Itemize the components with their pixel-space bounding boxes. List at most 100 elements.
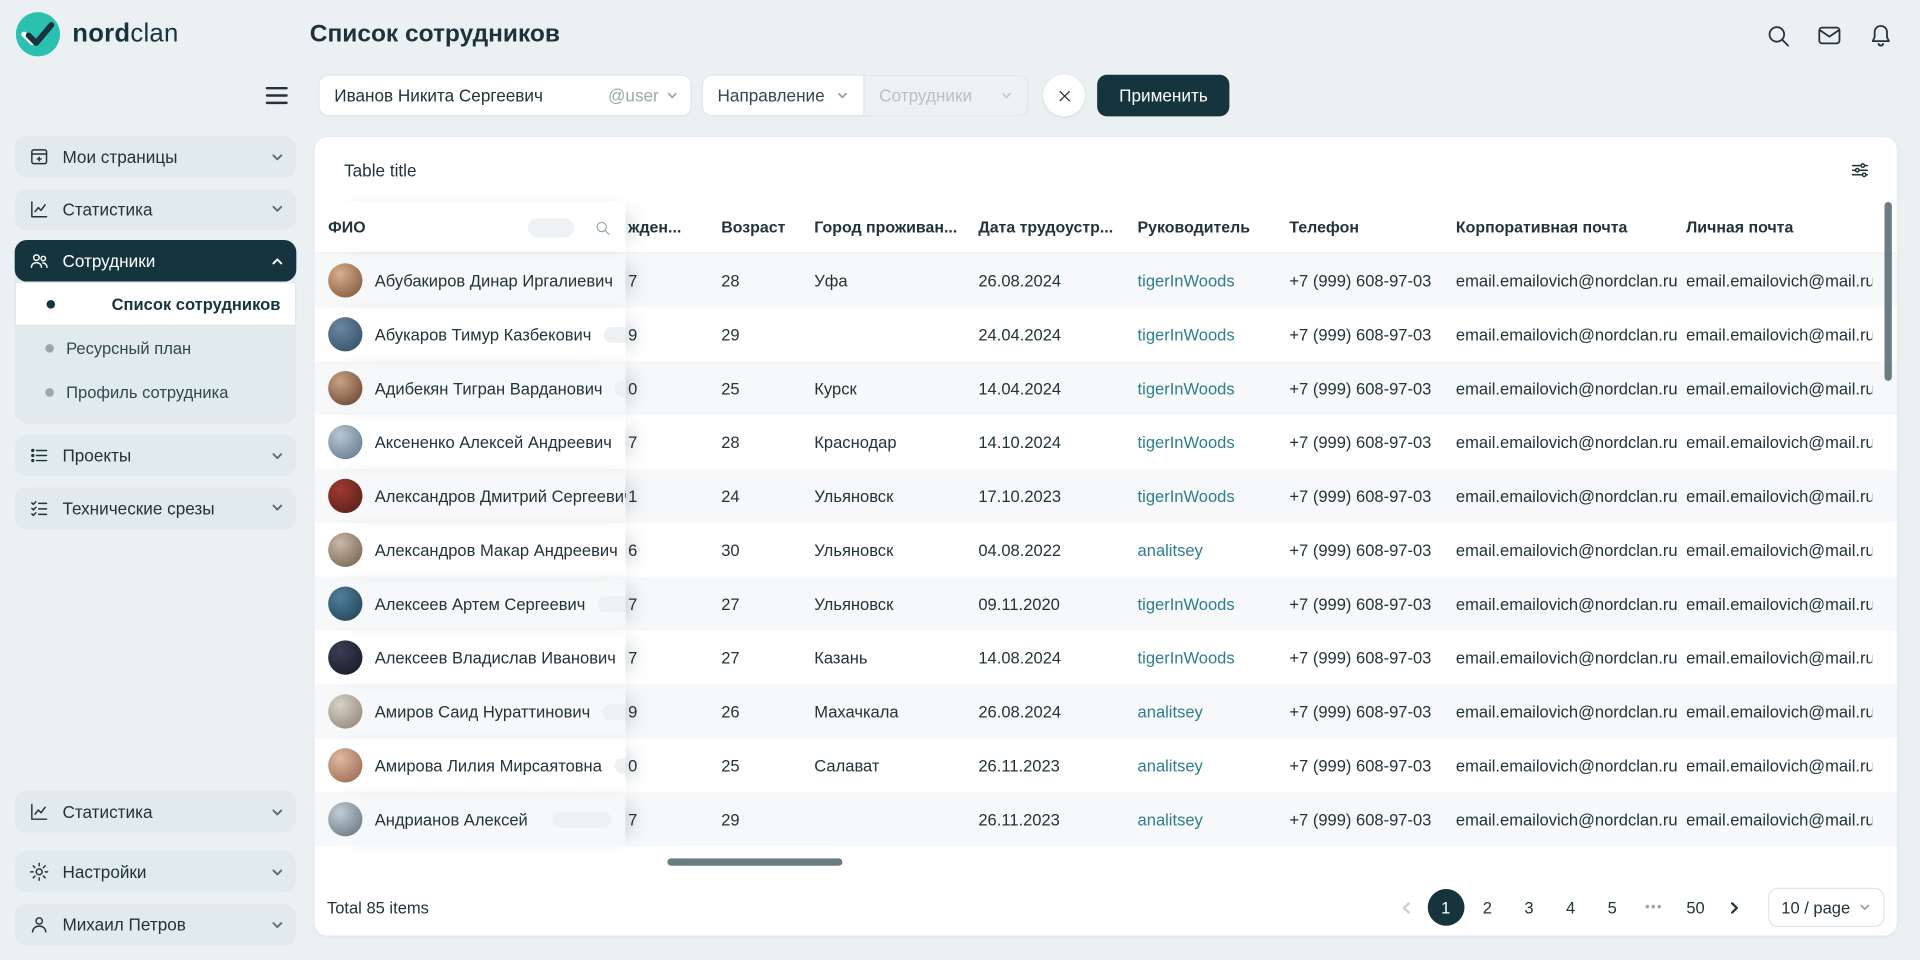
birth-date-clipped-cell: 9	[628, 325, 638, 344]
hired-date-cell: 24.04.2024	[978, 325, 1062, 344]
birth-date-clipped-cell: 0	[628, 378, 638, 398]
table-row[interactable]: Адибекян Тигран Варданович 0 25 Курск 14.04.…	[314, 361, 1897, 416]
manager-cell: tigerInWoods	[1135, 361, 1287, 415]
sidebar-item-label: Статистика	[62, 802, 153, 822]
table-row[interactable]: Аксененко Алексей Андреевич 7 28 Краснодар 1…	[315, 415, 1897, 469]
total-items-label: Total 85 items	[326, 898, 429, 917]
manager-link[interactable]: tigerInWoods	[1138, 433, 1235, 451]
direction-select[interactable]: Направление	[701, 74, 865, 117]
skeleton-pill	[624, 434, 626, 450]
horizontal-scrollbar[interactable]	[667, 858, 843, 866]
clear-filters-button[interactable]	[1043, 74, 1085, 117]
manager-link[interactable]: analitsey	[1138, 541, 1203, 559]
sidebar-subitem[interactable]: Список сотрудников	[14, 281, 297, 326]
skeleton-pill	[597, 595, 626, 612]
table-row[interactable]: Амирова Лилия Мирсаятовна 0 25 Салават 26.11…	[315, 738, 1897, 792]
sidebar-subitem[interactable]: Ресурсный план	[15, 326, 297, 370]
manager-link[interactable]: tigerInWoods	[1138, 648, 1235, 666]
nordclan-logo-icon	[15, 11, 62, 58]
chevron-down-icon	[271, 918, 284, 931]
column-search-icon[interactable]	[594, 219, 611, 236]
table-settings-icon[interactable]	[1849, 159, 1871, 181]
table-row[interactable]: Алексеев Владислав Иванович 7 27 Казань 14.0…	[315, 631, 1897, 685]
app: nordclan Список сотрудников Иванов Никит…	[0, 0, 1920, 960]
column-header-fio-label: ФИО	[328, 217, 366, 237]
stats-icon	[28, 198, 50, 220]
apply-button[interactable]: Применить	[1097, 74, 1230, 117]
search-icon[interactable]	[1764, 22, 1791, 49]
table-row[interactable]: Абукаров Тимур Казбекович 9 29 24.04.2024 ti…	[315, 307, 1897, 361]
sidebar-item[interactable]: Мои страницы	[14, 135, 297, 178]
sidebar-item[interactable]: Статистика	[14, 187, 297, 230]
manager-link[interactable]: tigerInWoods	[1138, 594, 1235, 612]
bell-icon[interactable]	[1867, 22, 1894, 49]
user-search-value: Иванов Никита Сергеевич	[334, 85, 543, 106]
pagination-page-4[interactable]: 4	[1552, 889, 1589, 926]
table-row[interactable]: Амиров Саид Нураттинович 9 26 Махачкала 26.0…	[314, 684, 1897, 739]
sidebar-item-label: Сотрудники	[62, 251, 156, 271]
employee-name: Александров Дмитрий Сергеевич	[374, 486, 626, 506]
sidebar-subitem[interactable]: Профиль сотрудника	[15, 370, 297, 414]
sidebar-item-label: Статистика	[62, 198, 153, 219]
corp-email-cell: email.emailovich@nordclan.ru	[1455, 648, 1678, 667]
sidebar-item[interactable]: Статистика	[14, 791, 297, 833]
manager-link[interactable]: tigerInWoods	[1138, 487, 1235, 505]
table-row[interactable]: Абубакиров Динар Иргалиевич 7 28 Уфа 26.08.2…	[314, 253, 1897, 308]
table-row[interactable]: Алексеев Артем Сергеевич 7 27 Ульяновск 09.1…	[314, 576, 1897, 631]
table-row[interactable]: Александров Дмитрий Сергеевич 1 24 Ульяновс…	[314, 468, 1897, 523]
sidebar-subitem-label: Ресурсный план	[66, 338, 192, 357]
table-row[interactable]: Александров Макар Андреевич 6 30 Ульяновск 0…	[315, 523, 1897, 577]
vertical-scrollbar[interactable]	[1884, 202, 1892, 381]
pagination-page-2[interactable]: 2	[1469, 889, 1506, 926]
hired-date-cell: 14.10.2024	[978, 432, 1062, 452]
pagination-page-50[interactable]: 50	[1677, 889, 1714, 926]
corp-email-cell: email.emailovich@nordclan.ru	[1455, 702, 1678, 721]
manager-link[interactable]: analitsey	[1138, 756, 1203, 774]
pagination-page-1[interactable]: 1	[1427, 888, 1465, 926]
pagination-page-3[interactable]: 3	[1511, 889, 1548, 926]
pagination-ellipsis[interactable]: •••	[1636, 889, 1673, 926]
user-search-input[interactable]: Иванов Никита Сергеевич @user	[318, 74, 692, 117]
pagination-page-5[interactable]: 5	[1594, 889, 1631, 926]
chevron-down-icon	[1859, 901, 1871, 913]
manager-link[interactable]: analitsey	[1138, 702, 1203, 720]
manager-link[interactable]: tigerInWoods	[1138, 379, 1235, 397]
corp-email-cell: email.emailovich@nordclan.ru	[1455, 271, 1678, 290]
pagination-next[interactable]	[1719, 889, 1751, 926]
column-header-personal-email: Личная почта	[1686, 217, 1794, 237]
manager-link[interactable]: analitsey	[1138, 810, 1203, 828]
birth-date-clipped-cell: 9	[628, 702, 638, 721]
city-cell	[812, 307, 976, 361]
city-cell: Ульяновск	[814, 540, 894, 559]
sidebar-item[interactable]: Проекты	[14, 434, 297, 477]
city-cell: Уфа	[814, 271, 848, 290]
pagination-prev[interactable]	[1391, 889, 1423, 926]
sidebar-item[interactable]: Михаил Петров	[14, 903, 297, 946]
manager-cell: analitsey	[1135, 523, 1287, 577]
sidebar-item[interactable]: Настройки	[14, 851, 297, 893]
page-size-select[interactable]: 10 / page	[1767, 887, 1885, 927]
hired-date-cell: 26.08.2024	[978, 702, 1062, 721]
manager-link[interactable]: tigerInWoods	[1138, 271, 1235, 289]
sidebar-toggle-button[interactable]	[265, 86, 288, 105]
sidebar-item-employees[interactable]: Сотрудники	[14, 240, 297, 282]
age-cell: 29	[721, 325, 740, 344]
mail-icon[interactable]	[1816, 22, 1843, 49]
city-cell: Курск	[814, 378, 857, 398]
age-cell: 26	[721, 702, 740, 721]
manager-cell: tigerInWoods	[1135, 307, 1287, 361]
chevron-down-icon	[1000, 89, 1012, 101]
hired-date-cell: 09.11.2020	[978, 594, 1060, 613]
manager-link[interactable]: tigerInWoods	[1138, 325, 1235, 343]
age-cell: 27	[721, 594, 740, 613]
employee-name: Абукаров Тимур Казбекович	[374, 325, 592, 344]
column-header-manager: Руководитель	[1137, 217, 1251, 237]
table-row[interactable]: Андрианов Алексей 7 29 26.11.2023 analitsey +…	[314, 792, 1897, 847]
table-footer: Total 85 items 1 2 3 4 5 ••• 50 10 / page	[327, 885, 1885, 929]
user-type-select[interactable]: @user	[608, 86, 678, 105]
chevron-down-icon	[836, 89, 848, 101]
hired-date-cell: 17.10.2023	[978, 486, 1062, 506]
phone-cell: +7 (999) 608-97-03	[1289, 648, 1432, 667]
sidebar-item[interactable]: Технические срезы	[14, 486, 297, 529]
brand-logo[interactable]: nordclan	[15, 11, 179, 58]
